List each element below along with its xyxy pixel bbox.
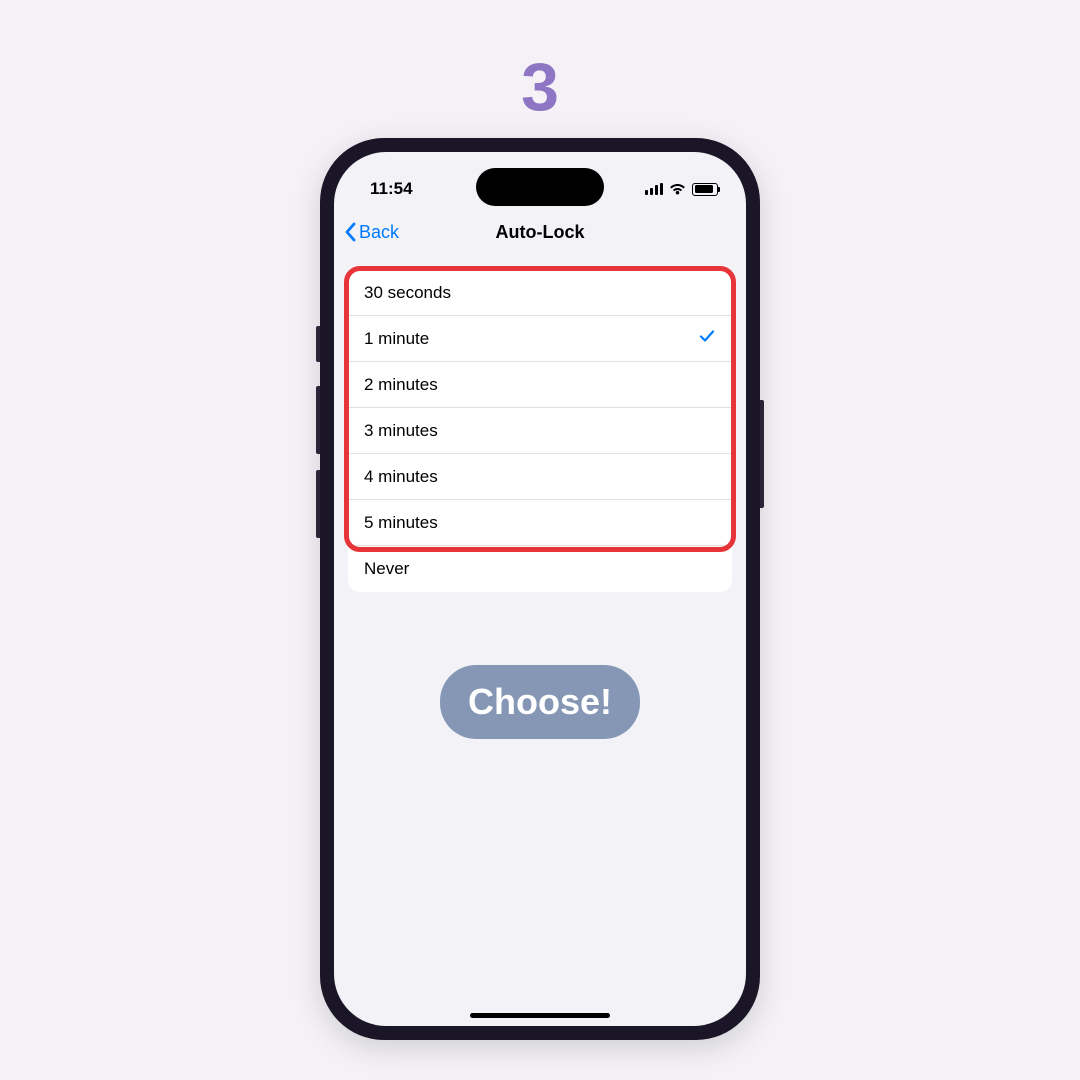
option-1-minute[interactable]: 1 minute xyxy=(348,316,732,362)
option-label: 2 minutes xyxy=(364,375,438,395)
option-5-minutes[interactable]: 5 minutes xyxy=(348,500,732,546)
battery-icon xyxy=(692,183,718,196)
options-group: 30 seconds 1 minute 2 minutes 3 minutes … xyxy=(348,270,732,592)
option-4-minutes[interactable]: 4 minutes xyxy=(348,454,732,500)
phone-volume-up xyxy=(316,386,320,454)
option-2-minutes[interactable]: 2 minutes xyxy=(348,362,732,408)
back-label: Back xyxy=(359,222,399,243)
choose-annotation: Choose! xyxy=(440,665,640,739)
cellular-signal-icon xyxy=(645,183,663,195)
step-number: 3 xyxy=(521,48,559,126)
wifi-icon xyxy=(669,183,686,195)
phone-screen: 11:54 xyxy=(334,152,746,1026)
option-3-minutes[interactable]: 3 minutes xyxy=(348,408,732,454)
option-label: 4 minutes xyxy=(364,467,438,487)
phone-frame: 11:54 xyxy=(320,138,760,1040)
chevron-left-icon xyxy=(344,222,356,242)
option-label: 5 minutes xyxy=(364,513,438,533)
nav-bar: Back Auto-Lock xyxy=(334,210,746,254)
page-title: Auto-Lock xyxy=(496,222,585,243)
option-label: 3 minutes xyxy=(364,421,438,441)
phone-power-button xyxy=(760,400,764,508)
option-30-seconds[interactable]: 30 seconds xyxy=(348,270,732,316)
phone-volume-down xyxy=(316,470,320,538)
option-label: Never xyxy=(364,559,409,579)
home-indicator[interactable] xyxy=(470,1013,610,1018)
checkmark-icon xyxy=(698,327,716,350)
phone-silence-switch xyxy=(316,326,320,362)
back-button[interactable]: Back xyxy=(344,222,399,243)
status-time: 11:54 xyxy=(370,179,413,199)
option-label: 1 minute xyxy=(364,329,429,349)
option-label: 30 seconds xyxy=(364,283,451,303)
status-indicators xyxy=(645,183,718,196)
dynamic-island xyxy=(476,168,604,206)
option-never[interactable]: Never xyxy=(348,546,732,592)
